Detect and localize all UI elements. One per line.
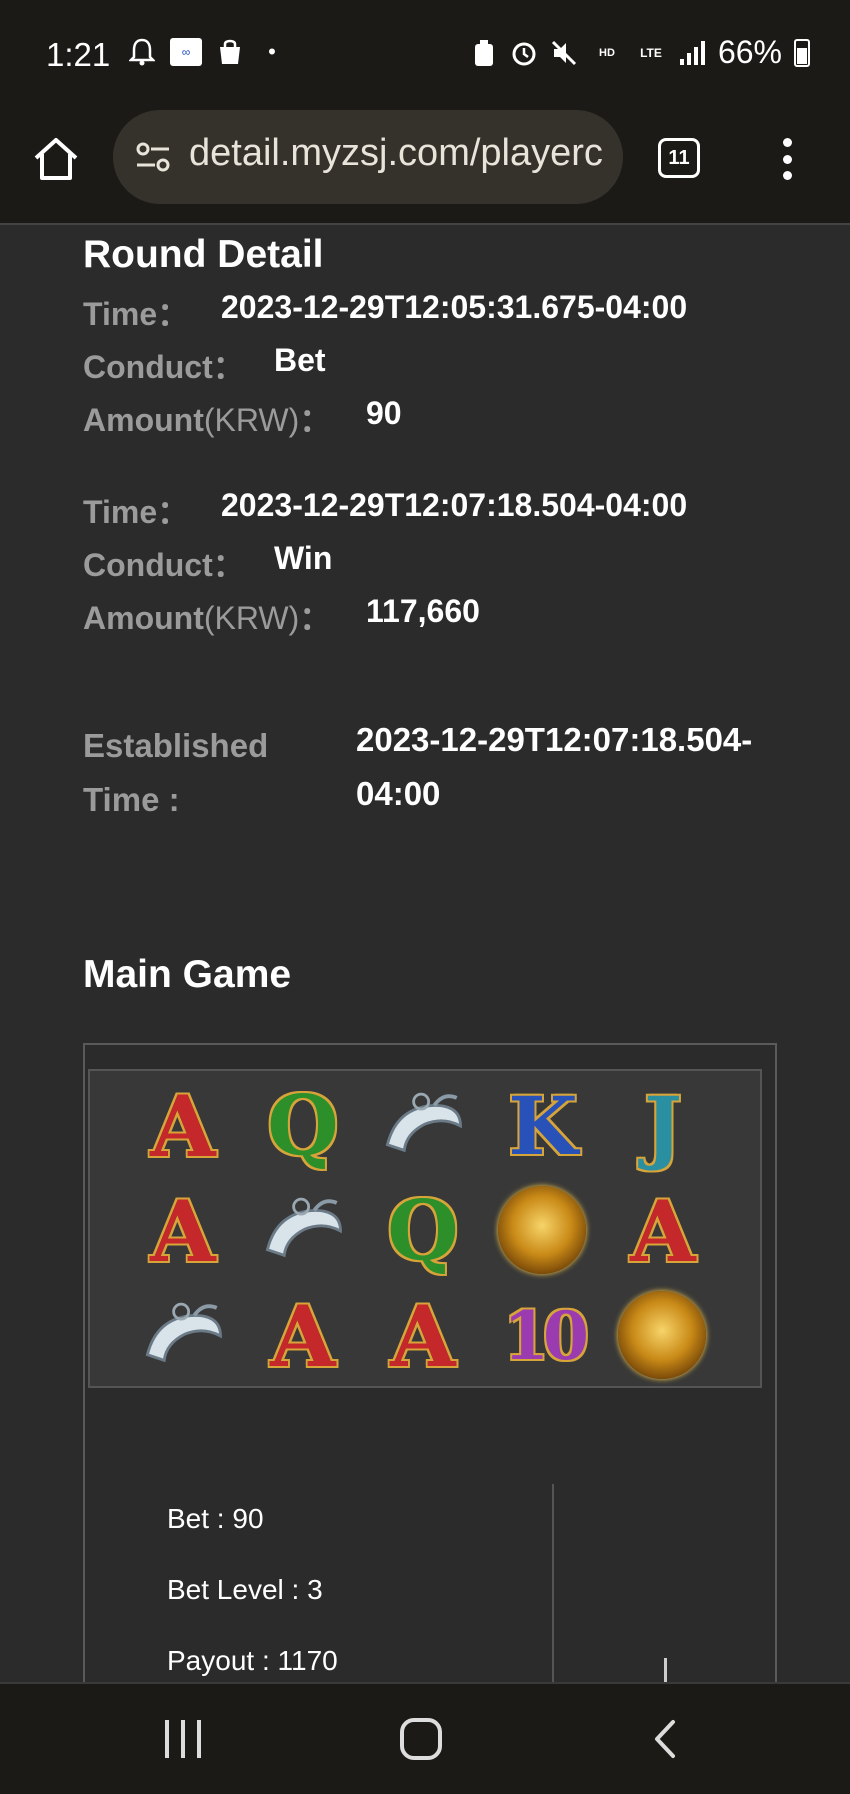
indicator-mark (664, 1658, 667, 1682)
system-navigation-bar (0, 1682, 850, 1794)
conduct-value: Win (274, 540, 333, 576)
main-game-title: Main Game (83, 953, 292, 996)
time-label: Time： (83, 296, 190, 332)
status-bar: 1:21 ∞ • HD LTE 66% (0, 0, 850, 110)
entry-1-time: Time： 2023-12-29T12:05:31.675-04:00 (83, 289, 687, 335)
alarm-icon (510, 39, 538, 67)
notification-icons: ∞ • (128, 38, 286, 66)
divider (552, 1484, 554, 1682)
menu-dot-icon (782, 138, 792, 147)
entry-1-amount: Amount(KRW)： 90 (83, 395, 402, 441)
entry-2-conduct: Conduct： Win (83, 540, 332, 586)
battery-icon (794, 38, 810, 67)
mute-icon (550, 39, 578, 67)
bet-text: Bet : 90 (167, 1503, 264, 1534)
wild-symbol-icon (618, 1291, 706, 1379)
horn-symbol-icon (138, 1291, 228, 1381)
recycle-icon (470, 39, 498, 67)
main-game-card: A Q K J A Q A A A 10 Bet : 90 Bet Level : 3 Payou… (83, 1043, 777, 1682)
amount-colon: ： (299, 402, 332, 438)
symbol-a: A (270, 1286, 336, 1386)
symbol-a: A (630, 1181, 696, 1281)
back-button[interactable] (645, 1718, 687, 1760)
lte-icon: LTE (640, 45, 662, 60)
home-icon (34, 138, 78, 180)
symbol-q: Q (387, 1183, 459, 1279)
bell-icon (128, 38, 156, 66)
symbol-a: A (150, 1076, 216, 1176)
entry-2-time: Time： 2023-12-29T12:07:18.504-04:00 (83, 487, 687, 533)
round-detail-title: Round Detail (83, 233, 324, 276)
horn-symbol-icon (258, 1186, 348, 1276)
menu-dot-icon (782, 171, 792, 180)
amount-unit: (KRW) (203, 402, 300, 438)
tab-switcher-button[interactable]: 11 (658, 138, 700, 178)
dot-icon: • (268, 39, 276, 64)
time-label: Time： (83, 494, 190, 530)
symbol-j: J (644, 1079, 682, 1173)
established-value-line1: 2023-12-29T12:07:18.504- (356, 721, 753, 758)
conduct-label: Conduct： (83, 547, 245, 583)
address-bar[interactable]: detail.myzsj.com/playerc (113, 110, 623, 204)
browser-toolbar: detail.myzsj.com/playerc 11 (0, 110, 850, 225)
payout-text: Payout : 1170 (167, 1645, 338, 1676)
time-value: 2023-12-29T12:05:31.675-04:00 (221, 289, 688, 325)
hd-voice-icon: HD (599, 46, 615, 59)
symbol-q: Q (267, 1078, 339, 1174)
symbol-10: 10 (503, 1297, 589, 1375)
bet-level-text: Bet Level : 3 (167, 1574, 323, 1605)
shopping-bag-icon (216, 38, 244, 66)
conduct-value: Bet (274, 342, 326, 378)
established-value-line2: 04:00 (356, 775, 441, 812)
recent-apps-icon (165, 1720, 169, 1758)
amount-colon: ： (299, 600, 332, 636)
established-time-label: Established Time : (83, 719, 268, 827)
horn-symbol-icon (378, 1081, 468, 1171)
time-value: 2023-12-29T12:07:18.504-04:00 (221, 487, 688, 523)
app-notification-icon: ∞ (170, 38, 202, 66)
entry-2-amount: Amount(KRW)： 117,660 (83, 593, 480, 639)
symbol-k: K (508, 1079, 578, 1173)
amount-unit: (KRW) (203, 600, 300, 636)
entry-1-conduct: Conduct： Bet (83, 342, 326, 388)
home-button[interactable] (30, 134, 82, 186)
amount-label: Amount (83, 600, 204, 636)
amount-value: 90 (366, 395, 402, 431)
recent-apps-button[interactable] (165, 1720, 201, 1758)
signal-icon (678, 39, 706, 67)
amount-label: Amount (83, 402, 204, 438)
conduct-label: Conduct： (83, 349, 245, 385)
page-content[interactable]: Round Detail Time： 2023-12-29T12:05:31.6… (0, 225, 850, 1682)
established-label-line1: Established (83, 727, 269, 764)
slot-reel-grid: A Q K J A Q A A A 10 (88, 1069, 762, 1388)
more-menu-button[interactable] (780, 138, 794, 180)
wild-symbol-icon (498, 1186, 586, 1274)
established-time-value: 2023-12-29T12:07:18.504- 04:00 (356, 713, 776, 821)
status-time: 1:21 (46, 36, 111, 73)
symbol-a: A (150, 1181, 216, 1281)
back-chevron-icon (655, 1720, 675, 1758)
site-settings-icon[interactable] (135, 140, 171, 174)
symbol-a: A (390, 1286, 456, 1386)
established-label-line2: Time : (83, 781, 180, 818)
menu-dot-icon (782, 154, 792, 164)
url-text[interactable]: detail.myzsj.com/playerc (189, 132, 609, 175)
system-icons: HD LTE 66% (470, 34, 810, 71)
nav-home-button[interactable] (400, 1718, 442, 1760)
amount-value: 117,660 (366, 593, 480, 629)
battery-percent: 66% (717, 34, 782, 70)
